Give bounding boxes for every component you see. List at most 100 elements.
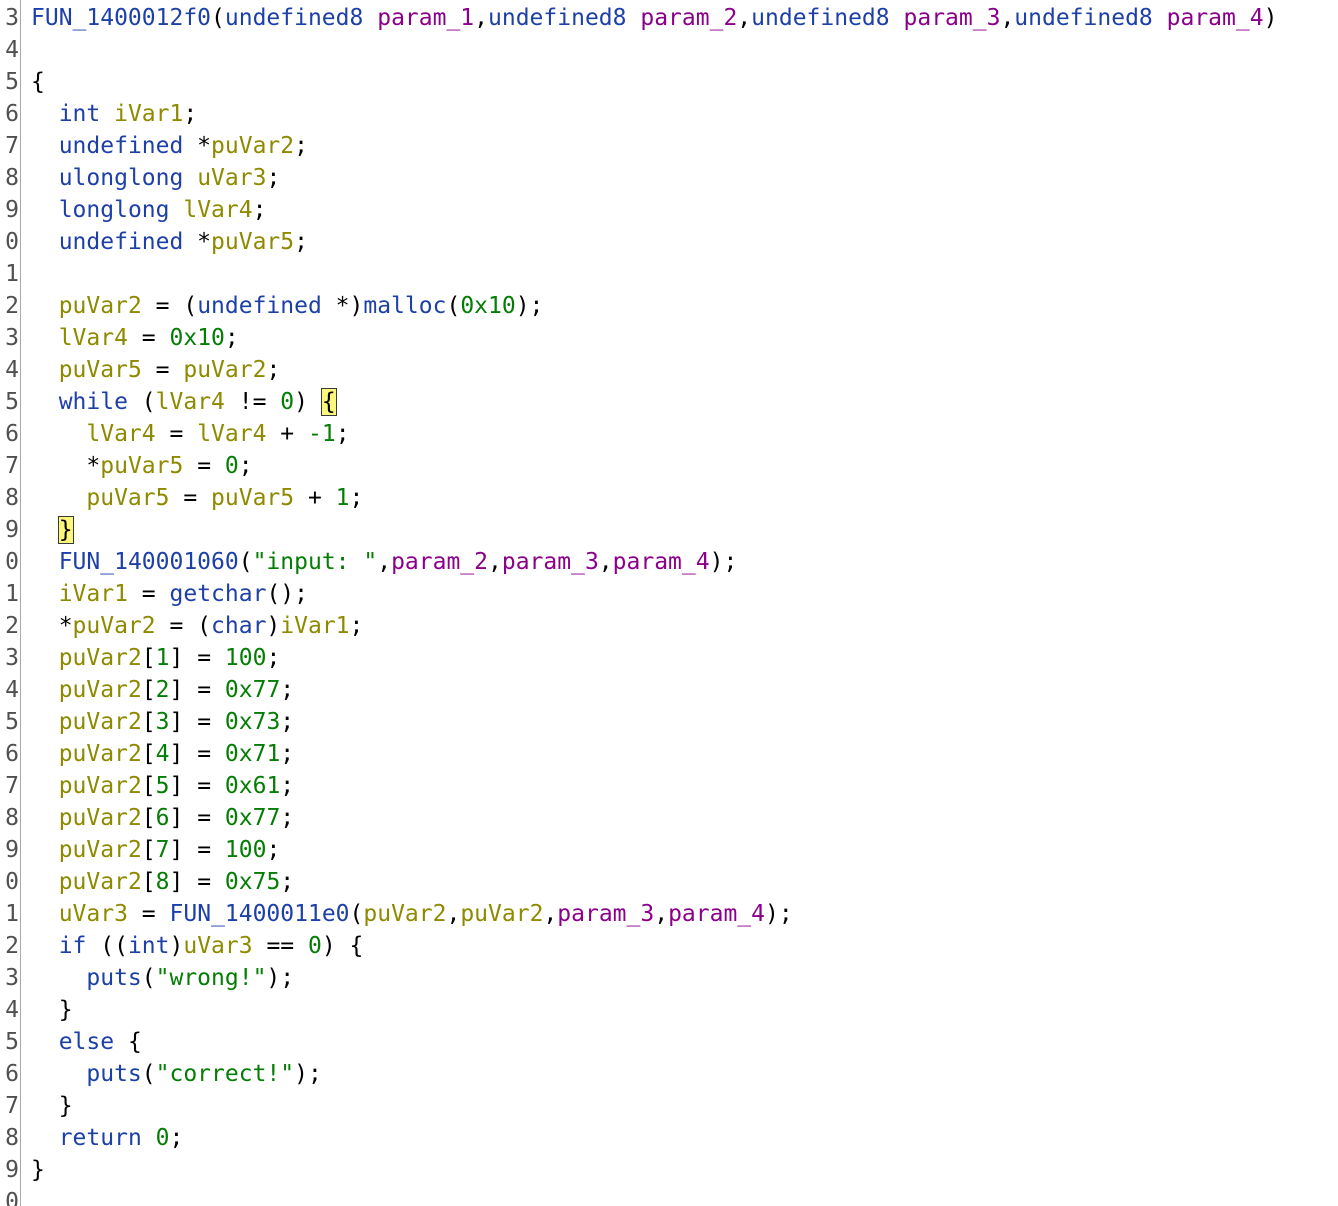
number-token[interactable]: -1 <box>308 421 336 447</box>
number-token[interactable]: 0x77 <box>225 677 280 703</box>
variable-token[interactable]: puVar5 <box>59 357 142 383</box>
parameter-token[interactable]: param_4 <box>668 901 765 927</box>
punctuation-token[interactable]: * <box>31 453 100 479</box>
function-name-token[interactable]: FUN_1400012f0 <box>31 5 211 31</box>
code-line[interactable]: 8 return 0; <box>0 1122 1338 1154</box>
parameter-token[interactable]: param_3 <box>557 901 654 927</box>
function-name-token[interactable]: puts <box>86 1061 141 1087</box>
code-line[interactable]: 4 puVar5 = puVar2; <box>0 354 1338 386</box>
code-line[interactable]: 6 puts("correct!"); <box>0 1058 1338 1090</box>
variable-token[interactable]: puVar2 <box>363 901 446 927</box>
punctuation-token[interactable]: ] = <box>170 805 225 831</box>
code-line[interactable]: 6 lVar4 = lVar4 + -1; <box>0 418 1338 450</box>
punctuation-token[interactable] <box>31 869 59 895</box>
code-line[interactable]: 3 lVar4 = 0x10; <box>0 322 1338 354</box>
punctuation-token[interactable]: ); <box>294 1061 322 1087</box>
variable-token[interactable]: puVar2 <box>59 837 142 863</box>
number-token[interactable]: 0 <box>308 933 322 959</box>
punctuation-token[interactable]: [ <box>142 709 156 735</box>
parameter-token[interactable]: param_2 <box>640 5 737 31</box>
code-line[interactable]: 3 puVar2[1] = 100; <box>0 642 1338 674</box>
punctuation-token[interactable]: * <box>31 613 73 639</box>
punctuation-token[interactable]: ( <box>446 293 460 319</box>
punctuation-token[interactable] <box>31 837 59 863</box>
parameter-token[interactable]: param_2 <box>391 549 488 575</box>
number-token[interactable]: 0 <box>280 389 294 415</box>
keyword-token[interactable]: return <box>59 1125 142 1151</box>
punctuation-token[interactable] <box>31 197 59 223</box>
variable-token[interactable]: puVar5 <box>86 485 169 511</box>
punctuation-token[interactable] <box>890 5 904 31</box>
variable-token[interactable]: lVar4 <box>183 197 252 223</box>
punctuation-token[interactable]: ] = <box>170 741 225 767</box>
keyword-token[interactable]: if <box>59 933 87 959</box>
code-line[interactable]: 0 undefined *puVar5; <box>0 226 1338 258</box>
type-token[interactable]: ulonglong <box>59 165 184 191</box>
punctuation-token[interactable] <box>31 933 59 959</box>
variable-token[interactable]: lVar4 <box>156 389 225 415</box>
punctuation-token[interactable] <box>31 485 86 511</box>
punctuation-token[interactable] <box>31 133 59 159</box>
punctuation-token[interactable]: [ <box>142 645 156 671</box>
string-token[interactable]: "wrong!" <box>156 965 267 991</box>
punctuation-token[interactable] <box>363 5 377 31</box>
punctuation-token[interactable] <box>31 709 59 735</box>
punctuation-token[interactable]: ; <box>280 741 294 767</box>
punctuation-token[interactable]: ; <box>294 133 308 159</box>
type-token[interactable]: undefined <box>59 133 184 159</box>
punctuation-token[interactable] <box>31 773 59 799</box>
punctuation-token[interactable] <box>31 293 59 319</box>
type-token[interactable]: undefined8 <box>751 5 889 31</box>
punctuation-token[interactable] <box>100 101 114 127</box>
code-line[interactable]: 2 *puVar2 = (char)iVar1; <box>0 610 1338 642</box>
function-name-token[interactable]: puts <box>86 965 141 991</box>
punctuation-token[interactable]: *) <box>322 293 364 319</box>
punctuation-token[interactable]: ) <box>170 933 184 959</box>
code-line[interactable]: 9 longlong lVar4; <box>0 194 1338 226</box>
punctuation-token[interactable]: ; <box>280 869 294 895</box>
punctuation-token[interactable]: ) { <box>322 933 364 959</box>
punctuation-token[interactable]: [ <box>142 773 156 799</box>
punctuation-token[interactable]: = <box>128 581 170 607</box>
code-line[interactable]: 1 iVar1 = getchar(); <box>0 578 1338 610</box>
punctuation-token[interactable]: ( <box>350 901 364 927</box>
punctuation-token[interactable] <box>142 1125 156 1151</box>
parameter-token[interactable]: param_3 <box>502 549 599 575</box>
punctuation-token[interactable]: , <box>377 549 391 575</box>
punctuation-token[interactable]: (( <box>86 933 128 959</box>
code-line[interactable]: 1 uVar3 = FUN_1400011e0(puVar2,puVar2,pa… <box>0 898 1338 930</box>
type-token[interactable]: undefined8 <box>225 5 363 31</box>
punctuation-token[interactable] <box>31 389 59 415</box>
type-token[interactable]: undefined8 <box>1014 5 1152 31</box>
punctuation-token[interactable]: ; <box>350 485 364 511</box>
code-line[interactable]: 0 puVar2[8] = 0x75; <box>0 866 1338 898</box>
variable-token[interactable]: puVar2 <box>59 677 142 703</box>
punctuation-token[interactable]: ] = <box>170 677 225 703</box>
punctuation-token[interactable]: ) <box>266 613 280 639</box>
string-token[interactable]: "input: " <box>253 549 378 575</box>
punctuation-token[interactable]: ); <box>516 293 544 319</box>
punctuation-token[interactable]: + <box>266 421 308 447</box>
string-token[interactable]: "correct!" <box>156 1061 294 1087</box>
variable-token[interactable]: uVar3 <box>197 165 266 191</box>
punctuation-token[interactable]: ; <box>266 645 280 671</box>
punctuation-token[interactable]: ] = <box>170 869 225 895</box>
number-token[interactable]: 1 <box>156 645 170 671</box>
number-token[interactable]: 100 <box>225 645 267 671</box>
function-name-token[interactable]: FUN_140001060 <box>59 549 239 575</box>
punctuation-token[interactable]: , <box>654 901 668 927</box>
punctuation-token[interactable]: ] = <box>170 837 225 863</box>
code-line[interactable]: 7 undefined *puVar2; <box>0 130 1338 162</box>
punctuation-token[interactable] <box>31 645 59 671</box>
punctuation-token[interactable]: [ <box>142 869 156 895</box>
punctuation-token[interactable]: ); <box>765 901 793 927</box>
number-token[interactable]: 0x71 <box>225 741 280 767</box>
punctuation-token[interactable] <box>31 1125 59 1151</box>
parameter-token[interactable]: param_4 <box>613 549 710 575</box>
punctuation-token[interactable] <box>31 677 59 703</box>
number-token[interactable]: 100 <box>225 837 267 863</box>
number-token[interactable]: 7 <box>156 837 170 863</box>
code-line[interactable]: 8 ulonglong uVar3; <box>0 162 1338 194</box>
variable-token[interactable]: puVar2 <box>59 805 142 831</box>
type-token[interactable]: int <box>128 933 170 959</box>
